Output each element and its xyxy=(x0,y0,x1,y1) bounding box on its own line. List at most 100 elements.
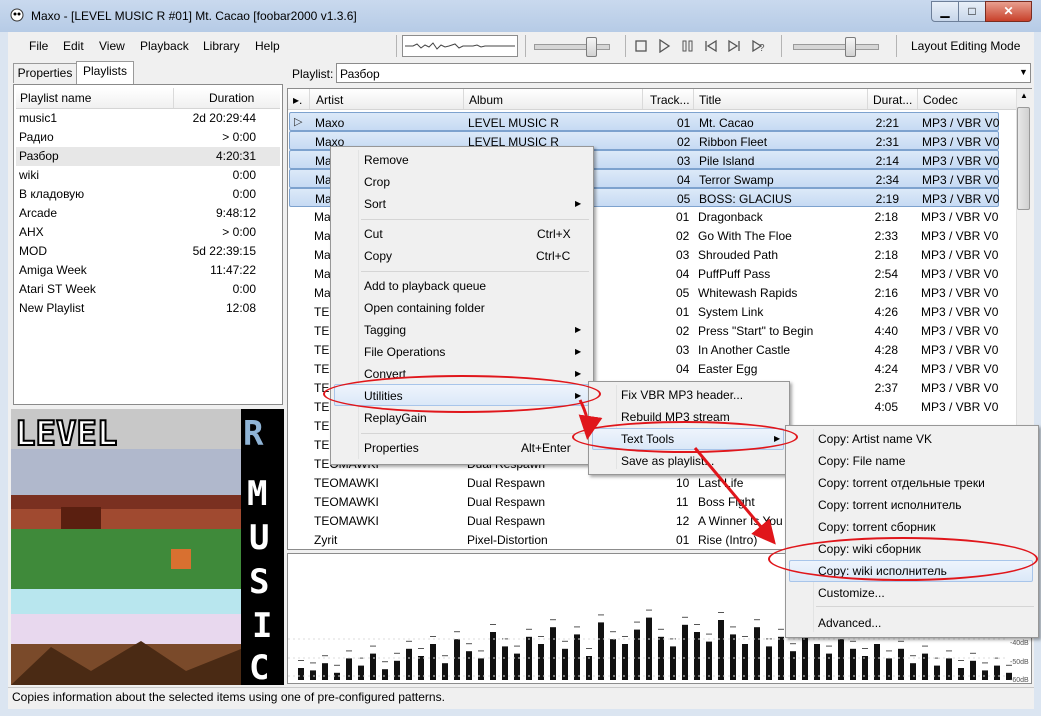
menu-item-copy[interactable]: Copy xyxy=(364,249,392,263)
playlist-duration: 5d 22:39:15 xyxy=(192,244,256,258)
spectrum-bar xyxy=(574,634,580,680)
previous-icon[interactable] xyxy=(704,39,718,53)
art-letter-m: M xyxy=(247,474,267,514)
spectrum-bar xyxy=(298,668,304,680)
playlist-row[interactable]: New Playlist 12:08 xyxy=(16,299,280,318)
track-number: 03 xyxy=(676,248,690,262)
column-divider xyxy=(693,89,694,109)
menu-item-replaygain[interactable]: ReplayGain xyxy=(364,411,427,425)
playlist-row[interactable]: MOD 5d 22:39:15 xyxy=(16,242,280,261)
stop-icon[interactable] xyxy=(634,39,648,53)
column-playing-indicator[interactable]: ▸. xyxy=(293,93,302,107)
column-duration[interactable]: Duration xyxy=(209,91,254,105)
text-tools-submenu: Copy: Artist name VK Copy: File name Cop… xyxy=(785,425,1039,638)
column-title[interactable]: Title xyxy=(699,93,721,107)
menu-item-properties[interactable]: Properties xyxy=(364,441,419,455)
layout-editing-mode-button[interactable]: Layout Editing Mode xyxy=(911,39,1020,53)
menu-edit[interactable]: Edit xyxy=(63,39,84,53)
playlist-row[interactable]: Arcade 9:48:12 xyxy=(16,204,280,223)
playlist-row[interactable]: Разбор 4:20:31 xyxy=(16,147,280,166)
spectrum-peak xyxy=(730,626,736,628)
menu-view[interactable]: View xyxy=(99,39,125,53)
minimize-button[interactable]: ▁ xyxy=(931,1,959,22)
seek-slider-track[interactable] xyxy=(793,44,879,50)
column-album[interactable]: Album xyxy=(469,93,503,107)
playlist-duration: > 0:00 xyxy=(222,130,256,144)
menu-item-copy-torrent-tracks[interactable]: Copy: torrent отдельные треки xyxy=(818,476,985,490)
spectrum-peak xyxy=(466,643,472,645)
menu-item-crop[interactable]: Crop xyxy=(364,175,390,189)
toolbar-separator xyxy=(625,35,626,57)
tab-properties[interactable]: Properties xyxy=(13,63,77,83)
menu-item-cut[interactable]: Cut xyxy=(364,227,383,241)
tab-playlists[interactable]: Playlists xyxy=(76,61,134,84)
menu-item-remove[interactable]: Remove xyxy=(364,153,409,167)
window-title: Maxo - [LEVEL MUSIC R #01] Mt. Cacao [fo… xyxy=(31,9,357,23)
menu-item-copy-torrent-artist[interactable]: Copy: torrent исполнитель xyxy=(818,498,962,512)
spectrum-peak xyxy=(586,648,592,649)
play-icon[interactable] xyxy=(657,38,671,54)
spectrum-peak xyxy=(442,655,448,657)
track-number: 04 xyxy=(677,173,691,187)
menu-item-copy-artist-vk[interactable]: Copy: Artist name VK xyxy=(818,432,932,446)
spectrum-peak xyxy=(394,652,400,654)
seek-slider-thumb[interactable] xyxy=(845,37,856,57)
menu-item-advanced[interactable]: Advanced... xyxy=(818,616,881,630)
chevron-down-icon[interactable]: ▼ xyxy=(1019,67,1028,77)
pause-icon[interactable] xyxy=(681,39,695,53)
playlist-row[interactable]: Радио > 0:00 xyxy=(16,128,280,147)
track-row[interactable]: ▷ Maxo LEVEL MUSIC R 01 Mt. Cacao 2:21 MP3 / V… xyxy=(289,112,999,131)
column-duration[interactable]: Durat... xyxy=(873,93,912,107)
spectrum-bar xyxy=(970,660,976,680)
volume-slider-thumb[interactable] xyxy=(586,37,597,57)
track-codec: MP3 / VBR V0 xyxy=(922,173,1000,187)
column-codec[interactable]: Codec xyxy=(923,93,958,107)
spectrum-peak xyxy=(754,619,760,621)
spectrum-bar xyxy=(406,648,412,680)
volume-slider-track[interactable] xyxy=(534,44,610,50)
next-icon[interactable] xyxy=(727,39,741,53)
random-icon[interactable]: ? xyxy=(751,39,765,54)
menu-item-add-to-queue[interactable]: Add to playback queue xyxy=(364,279,486,293)
playlist-row[interactable]: Amiga Week 11:47:22 xyxy=(16,261,280,280)
spectrum-bar xyxy=(898,648,904,680)
menu-item-file-operations[interactable]: File Operations xyxy=(364,345,445,359)
scrollbar-thumb[interactable] xyxy=(1017,107,1030,210)
spectrum-peak xyxy=(970,652,976,654)
track-codec: MP3 / VBR V0 xyxy=(921,381,999,395)
column-track[interactable]: Track... xyxy=(650,93,690,107)
track-artist: Ma xyxy=(314,248,331,262)
column-artist[interactable]: Artist xyxy=(316,93,343,107)
column-playlist-name[interactable]: Playlist name xyxy=(20,91,91,105)
playlist-dropdown-value: Разбор xyxy=(340,67,380,81)
menu-item-copy-torrent-compilation[interactable]: Copy: torrent сборник xyxy=(818,520,936,534)
track-artist: Maxo xyxy=(315,116,345,130)
maximize-button[interactable]: □ xyxy=(958,1,986,22)
playlist-row[interactable]: wiki 0:00 xyxy=(16,166,280,185)
menu-item-sort[interactable]: Sort xyxy=(364,197,386,211)
menu-help[interactable]: Help xyxy=(255,39,280,53)
playlist-row[interactable]: Atari ST Week 0:00 xyxy=(16,280,280,299)
playlist-row[interactable]: В кладовую 0:00 xyxy=(16,185,280,204)
close-button[interactable]: ✕ xyxy=(985,1,1032,22)
scroll-up-icon[interactable]: ▲ xyxy=(1020,91,1028,100)
toolbar-separator xyxy=(781,35,782,57)
spectrum-bar xyxy=(838,639,844,680)
menu-item-tagging[interactable]: Tagging xyxy=(364,323,406,337)
spectrum-bar xyxy=(886,658,892,680)
spectrum-bar xyxy=(994,665,1000,680)
playlist-row[interactable]: AHX > 0:00 xyxy=(16,223,280,242)
db-label-50: -50dB xyxy=(1010,659,1029,666)
menu-item-copy-file-name[interactable]: Copy: File name xyxy=(818,454,905,468)
menu-file[interactable]: File xyxy=(29,39,48,53)
menu-item-customize[interactable]: Customize... xyxy=(818,586,885,600)
track-album: Dual Respawn xyxy=(467,476,546,490)
menu-item-open-folder[interactable]: Open containing folder xyxy=(364,301,485,315)
track-number: 01 xyxy=(676,305,690,319)
menu-library[interactable]: Library xyxy=(203,39,240,53)
playlist-row[interactable]: music1 2d 20:29:44 xyxy=(16,109,280,128)
menu-separator xyxy=(361,271,589,272)
playlist-dropdown[interactable] xyxy=(336,63,1031,83)
playlist-name: music1 xyxy=(19,111,58,125)
menu-playback[interactable]: Playback xyxy=(140,39,189,53)
